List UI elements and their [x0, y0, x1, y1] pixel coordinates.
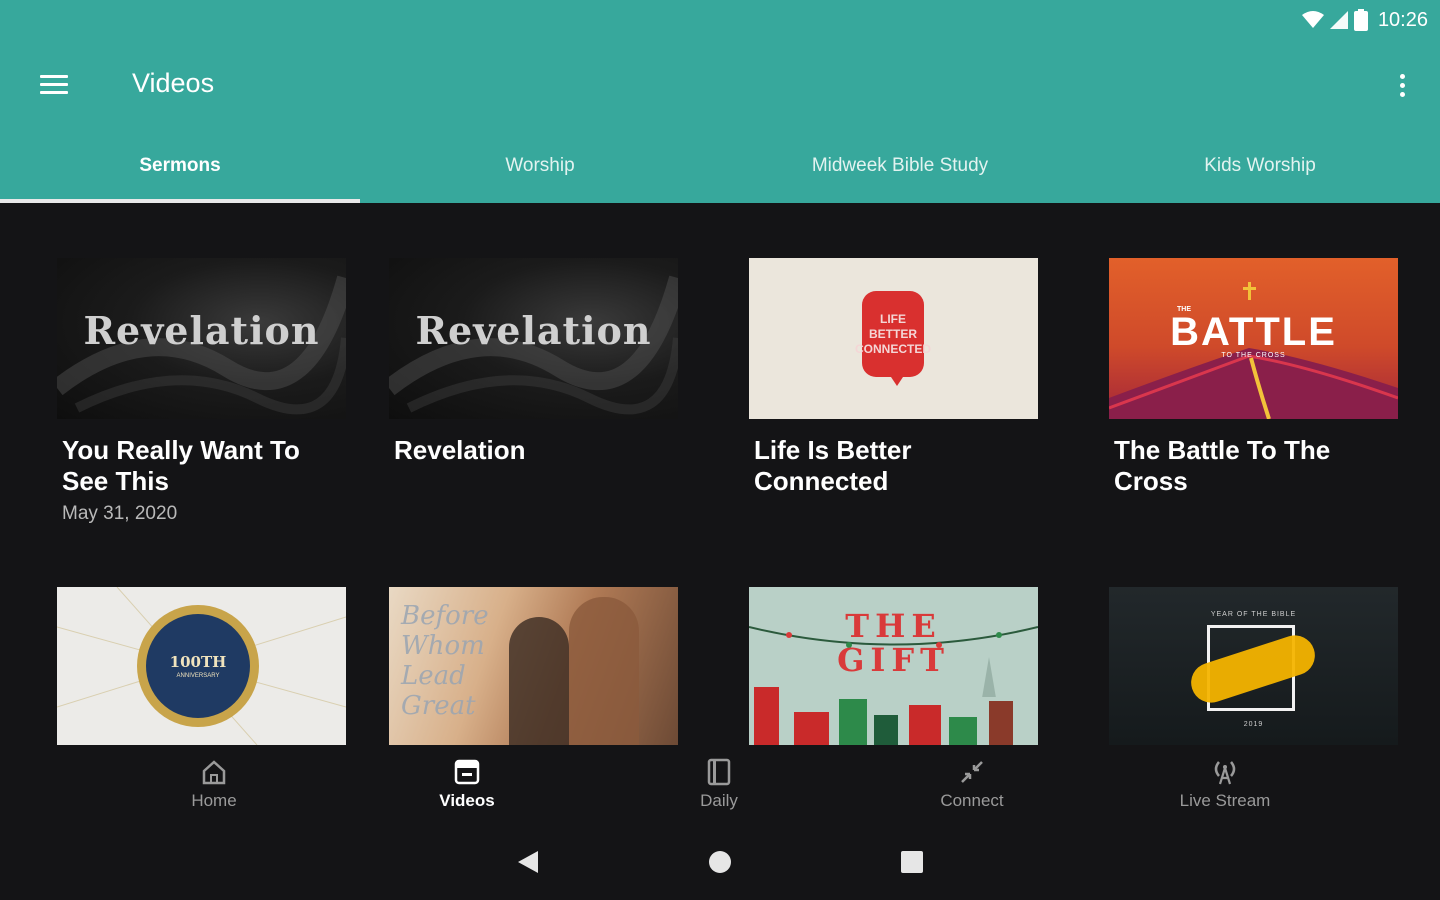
book-icon	[707, 758, 731, 786]
thumbnail-subtitle: ANNIVERSARY	[176, 673, 220, 679]
videos-icon	[454, 759, 480, 785]
video-title: Revelation	[394, 435, 526, 465]
video-card[interactable]: YEAR OF THE BIBLE 2019	[1109, 587, 1398, 761]
tab-bar: Sermons Worship Midweek Bible Study Kids…	[0, 138, 1440, 203]
nav-connect[interactable]: Connect	[897, 757, 1047, 811]
bottom-navigation: Home Videos Daily Connect Live Stream	[0, 747, 1440, 825]
home-icon	[202, 760, 226, 785]
back-icon[interactable]	[516, 849, 540, 875]
tab-midweek-bible-study[interactable]: Midweek Bible Study	[720, 138, 1080, 203]
video-thumbnail[interactable]: 100TH ANNIVERSARY	[57, 587, 346, 745]
connect-arrows-icon	[961, 761, 983, 783]
video-card[interactable]: 100TH ANNIVERSARY	[57, 587, 346, 761]
hamburger-menu-icon[interactable]	[38, 70, 72, 100]
photo-figures	[569, 597, 639, 745]
system-navigation-bar	[0, 825, 1440, 900]
thumbnail-title: 100TH	[169, 653, 227, 671]
speech-bubble-logo: LIFE BETTER CONNECTED	[855, 291, 931, 377]
broadcast-icon	[1214, 761, 1236, 785]
nav-daily[interactable]: Daily	[644, 757, 794, 811]
nav-label: Home	[191, 791, 237, 810]
video-date: May 31, 2020	[62, 503, 178, 524]
thumbnail-subtitle: TO THE CROSS	[1221, 352, 1286, 359]
video-thumbnail[interactable]: THE BATTLE TO THE CROSS	[1109, 258, 1398, 419]
home-circle-icon[interactable]	[708, 849, 732, 875]
thumbnail-title: BATTLE	[1170, 310, 1337, 354]
video-card[interactable]: THE BATTLE TO THE CROSS The Battle To Th…	[1109, 258, 1398, 497]
thumbnail-title: Revelation	[415, 308, 652, 353]
video-card[interactable]: THE GIFT	[749, 587, 1038, 761]
status-bar: 10:26	[1301, 6, 1428, 34]
page-title: Videos	[132, 68, 215, 98]
thumbnail-subtitle: 2019	[1243, 721, 1264, 728]
nav-label: Daily	[700, 791, 738, 810]
photo-figures	[509, 617, 569, 745]
video-title: The Battle To The Cross	[1114, 435, 1331, 496]
nav-label: Videos	[439, 791, 495, 810]
battery-icon	[1353, 9, 1368, 31]
status-time: 10:26	[1377, 8, 1428, 31]
video-card[interactable]: LIFE BETTER CONNECTED Life Is Better Con…	[749, 258, 1038, 497]
thumbnail-title: Revelation	[83, 308, 320, 353]
video-thumbnail[interactable]: Revelation	[57, 258, 346, 419]
recents-icon[interactable]	[900, 849, 924, 875]
video-thumbnail[interactable]: YEAR OF THE BIBLE 2019	[1109, 587, 1398, 745]
video-thumbnail[interactable]: THE GIFT	[749, 587, 1038, 745]
nav-label: Live Stream	[1179, 791, 1271, 810]
video-card[interactable]: Revelation You Really Want To See This M…	[57, 258, 346, 525]
app-header: 10:26 Videos Sermons Worship Midweek Bib…	[0, 0, 1440, 203]
thumbnail-title: LIFE BETTER CONNECTED	[855, 311, 932, 356]
nav-live-stream[interactable]: Live Stream	[1150, 757, 1300, 811]
video-thumbnail[interactable]: Before Whom Lead Great	[389, 587, 678, 745]
anniversary-seal: 100TH ANNIVERSARY	[137, 605, 259, 727]
video-title: Life Is Better Connected	[754, 435, 912, 496]
video-card[interactable]: Before Whom Lead Great	[389, 587, 678, 761]
video-thumbnail[interactable]: LIFE BETTER CONNECTED	[749, 258, 1038, 419]
nav-label: Connect	[940, 791, 1004, 810]
signal-icon	[1329, 11, 1348, 29]
wifi-icon	[1301, 11, 1324, 28]
speech-bubble-tail	[889, 374, 905, 386]
video-thumbnail[interactable]: Revelation	[389, 258, 678, 419]
thumbnail-kicker: YEAR OF THE BIBLE	[1210, 611, 1297, 618]
video-title: You Really Want To See This	[62, 435, 300, 496]
nav-videos[interactable]: Videos	[392, 757, 542, 811]
thumbnail-title: THE GIFT	[837, 607, 950, 679]
tab-kids-worship[interactable]: Kids Worship	[1080, 138, 1440, 203]
thumbnail-title: Before Whom Lead Great	[401, 601, 489, 721]
tab-sermons[interactable]: Sermons	[0, 138, 360, 203]
tab-worship[interactable]: Worship	[360, 138, 720, 203]
video-card[interactable]: Revelation Revelation	[389, 258, 678, 466]
more-vert-icon[interactable]	[1394, 70, 1410, 100]
nav-home[interactable]: Home	[139, 757, 289, 811]
